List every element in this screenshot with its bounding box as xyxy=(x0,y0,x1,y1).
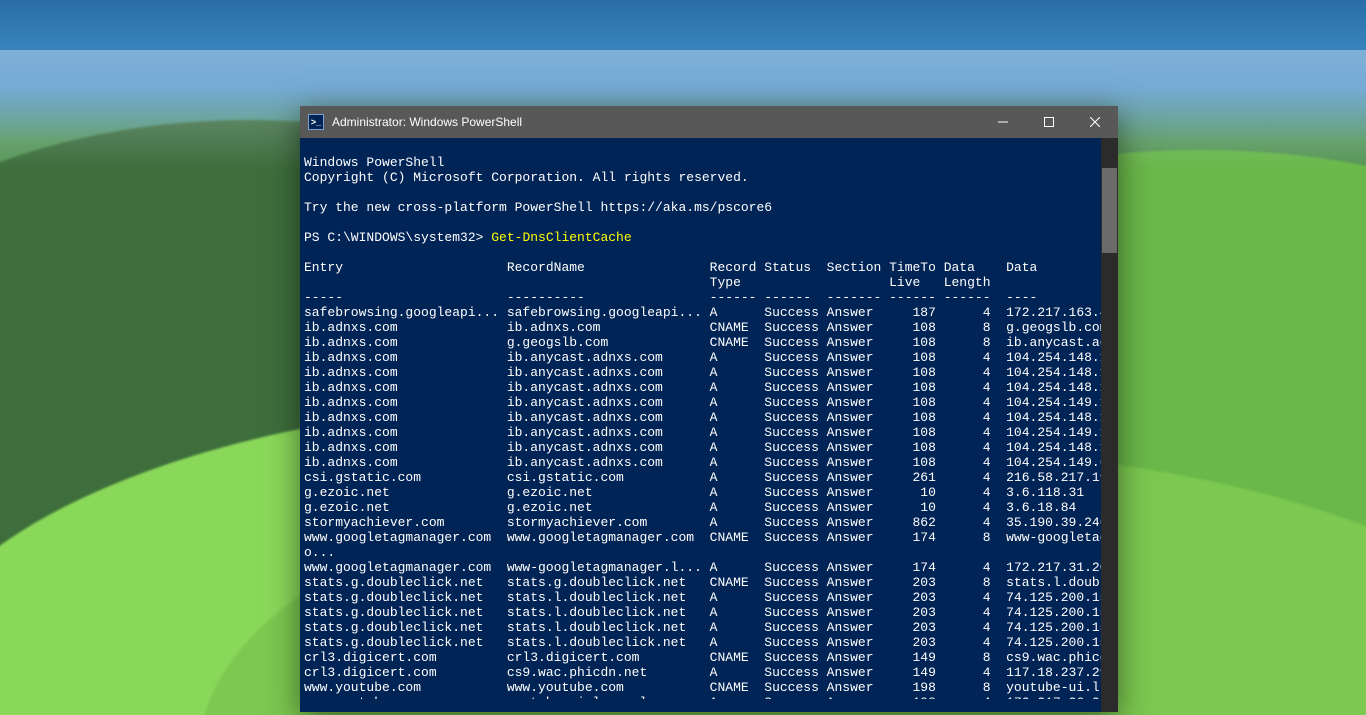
close-button[interactable] xyxy=(1072,106,1118,138)
terminal-scrollbar[interactable] xyxy=(1101,138,1118,712)
scrollbar-thumb[interactable] xyxy=(1102,168,1117,253)
powershell-icon: >_ xyxy=(308,114,324,130)
minimize-button[interactable] xyxy=(980,106,1026,138)
window-title: Administrator: Windows PowerShell xyxy=(332,115,522,129)
close-icon xyxy=(1090,117,1100,127)
window-titlebar[interactable]: >_ Administrator: Windows PowerShell xyxy=(300,106,1118,138)
maximize-icon xyxy=(1044,117,1054,127)
minimize-icon xyxy=(998,117,1008,127)
powershell-window: >_ Administrator: Windows PowerShell Win… xyxy=(300,106,1118,712)
terminal-output[interactable]: Windows PowerShell Copyright (C) Microso… xyxy=(300,151,1118,699)
maximize-button[interactable] xyxy=(1026,106,1072,138)
powershell-icon-glyph: >_ xyxy=(311,117,321,127)
